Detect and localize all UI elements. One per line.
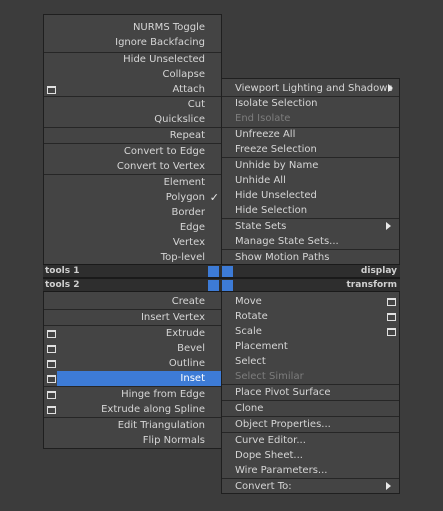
menu-item-clone[interactable]: Clone: [222, 401, 399, 416]
menu-item-convert-to[interactable]: Convert To:: [222, 479, 399, 494]
menu-item-label: Viewport Lighting and Shadows: [235, 83, 393, 94]
menu-item-manage-state-sets[interactable]: Manage State Sets...: [222, 234, 399, 249]
quad-switch-top-right[interactable]: [222, 266, 233, 277]
menu-item-isolate-selection[interactable]: Isolate Selection: [222, 96, 399, 111]
menu-item-label: Inset: [180, 373, 205, 384]
menu-item-hide-unselected[interactable]: Hide Unselected: [222, 188, 399, 203]
menu-item-quickslice[interactable]: Quickslice: [44, 112, 221, 127]
menu-item-label: Convert To:: [235, 481, 292, 492]
settings-box-icon[interactable]: [47, 406, 56, 414]
menu-item-extrude-along-spline[interactable]: Extrude along Spline: [44, 402, 221, 417]
settings-box-icon[interactable]: [387, 298, 396, 306]
menu-item-convert-to-vertex[interactable]: Convert to Vertex: [44, 159, 221, 174]
menu-item-scale[interactable]: Scale: [222, 324, 399, 339]
menu-item-label: Outline: [168, 358, 205, 369]
menu-item-top-level[interactable]: Top-level: [44, 250, 221, 265]
quad-header-top: tools 1 display: [43, 264, 400, 278]
settings-box-icon[interactable]: [47, 391, 56, 399]
menu-item-end-isolate: End Isolate: [235, 113, 291, 124]
menu-item-curve-editor[interactable]: Curve Editor...: [222, 433, 399, 448]
settings-box-icon[interactable]: [387, 313, 396, 321]
menu-item-select-similar: Select Similar: [235, 371, 304, 382]
menu-item-cut[interactable]: Cut: [44, 97, 221, 112]
quad-label-transform: transform: [346, 280, 398, 290]
menu-item-convert-to-edge[interactable]: Convert to Edge: [44, 144, 221, 159]
menu-item-unhide-by-name[interactable]: Unhide by Name: [222, 158, 399, 173]
menu-item-hide-unselected[interactable]: Hide Unselected: [44, 52, 221, 67]
menu-item-object-properties[interactable]: Object Properties...: [222, 417, 399, 432]
menu-item-label: State Sets: [235, 221, 287, 232]
settings-box-icon[interactable]: [47, 360, 56, 368]
submenu-arrow-icon: [388, 84, 393, 92]
menu-item-label: Bevel: [177, 343, 205, 354]
menu-item-label: Extrude along Spline: [101, 404, 205, 415]
quad-header-bottom: tools 2 transform: [43, 278, 400, 292]
menu-item-edge[interactable]: Edge: [44, 220, 221, 235]
menu-item-hinge-from-edge[interactable]: Hinge from Edge: [44, 387, 221, 402]
menu-item-freeze-selection[interactable]: Freeze Selection: [222, 142, 399, 157]
menu-item-show-motion-paths[interactable]: Show Motion Paths: [222, 250, 399, 265]
menu-item-extrude[interactable]: Extrude: [44, 326, 221, 341]
menu-item-place-pivot-surface[interactable]: Place Pivot Surface: [222, 385, 399, 400]
menu-item-vertex[interactable]: Vertex: [44, 235, 221, 250]
menu-item-repeat[interactable]: Repeat: [44, 128, 221, 143]
settings-box-icon[interactable]: [387, 328, 396, 336]
quad-switch-top-left[interactable]: [208, 266, 219, 277]
left-quad-menu: NURMS Toggle Ignore Backfacing Hide Unse…: [43, 14, 222, 449]
menu-item-label: Polygon: [165, 192, 205, 203]
menu-item-bevel[interactable]: Bevel: [44, 341, 221, 356]
settings-box-icon[interactable]: [47, 375, 56, 383]
menu-item-wire-parameters[interactable]: Wire Parameters...: [222, 463, 399, 478]
menu-item-attach[interactable]: Attach: [44, 82, 221, 97]
submenu-arrow-icon: [386, 482, 391, 490]
menu-item-unhide-all[interactable]: Unhide All: [222, 173, 399, 188]
menu-item-create[interactable]: Create: [44, 294, 221, 309]
menu-item-label: Extrude: [165, 328, 205, 339]
settings-box-icon[interactable]: [47, 86, 56, 94]
settings-box-icon[interactable]: [47, 330, 56, 338]
menu-item-state-sets[interactable]: State Sets: [222, 219, 399, 234]
menu-item-move[interactable]: Move: [222, 294, 399, 309]
menu-item-inset[interactable]: Inset: [47, 371, 221, 386]
menu-item-unfreeze-all[interactable]: Unfreeze All: [222, 127, 399, 142]
menu-item-ignore-backfacing[interactable]: Ignore Backfacing: [44, 35, 221, 50]
quad-switch-bottom-right[interactable]: [222, 280, 233, 291]
menu-item-dope-sheet[interactable]: Dope Sheet...: [222, 448, 399, 463]
menu-item-insert-vertex[interactable]: Insert Vertex: [44, 310, 221, 325]
submenu-arrow-icon: [386, 222, 391, 230]
menu-item-flip-normals[interactable]: Flip Normals: [44, 433, 221, 448]
quad-label-tools1: tools 1: [45, 266, 80, 276]
menu-item-hide-selection[interactable]: Hide Selection: [222, 203, 399, 218]
quad-switch-bottom-left[interactable]: [208, 280, 219, 291]
menu-item-placement[interactable]: Placement: [222, 339, 399, 354]
menu-item-select[interactable]: Select: [222, 354, 399, 369]
menu-item-element[interactable]: Element: [44, 175, 221, 190]
quad-label-display: display: [360, 266, 397, 276]
menu-item-label: Scale: [235, 326, 262, 337]
checkmark-icon: ✓: [209, 191, 219, 204]
menu-item-polygon[interactable]: Polygon ✓: [44, 190, 221, 205]
menu-item-label: Hinge from Edge: [121, 389, 205, 400]
menu-item-label: Rotate: [235, 311, 268, 322]
menu-item-viewport-lighting[interactable]: Viewport Lighting and Shadows: [222, 81, 399, 96]
menu-item-label: Attach: [172, 84, 205, 95]
menu-item-label: Move: [235, 296, 262, 307]
settings-box-icon[interactable]: [47, 345, 56, 353]
menu-item-nurms-toggle[interactable]: NURMS Toggle: [44, 20, 221, 35]
quad-label-tools2: tools 2: [45, 280, 80, 290]
menu-item-collapse[interactable]: Collapse: [44, 67, 221, 82]
menu-item-rotate[interactable]: Rotate: [222, 309, 399, 324]
menu-item-outline[interactable]: Outline: [44, 356, 221, 371]
menu-item-border[interactable]: Border: [44, 205, 221, 220]
menu-item-edit-triangulation[interactable]: Edit Triangulation: [44, 418, 221, 433]
